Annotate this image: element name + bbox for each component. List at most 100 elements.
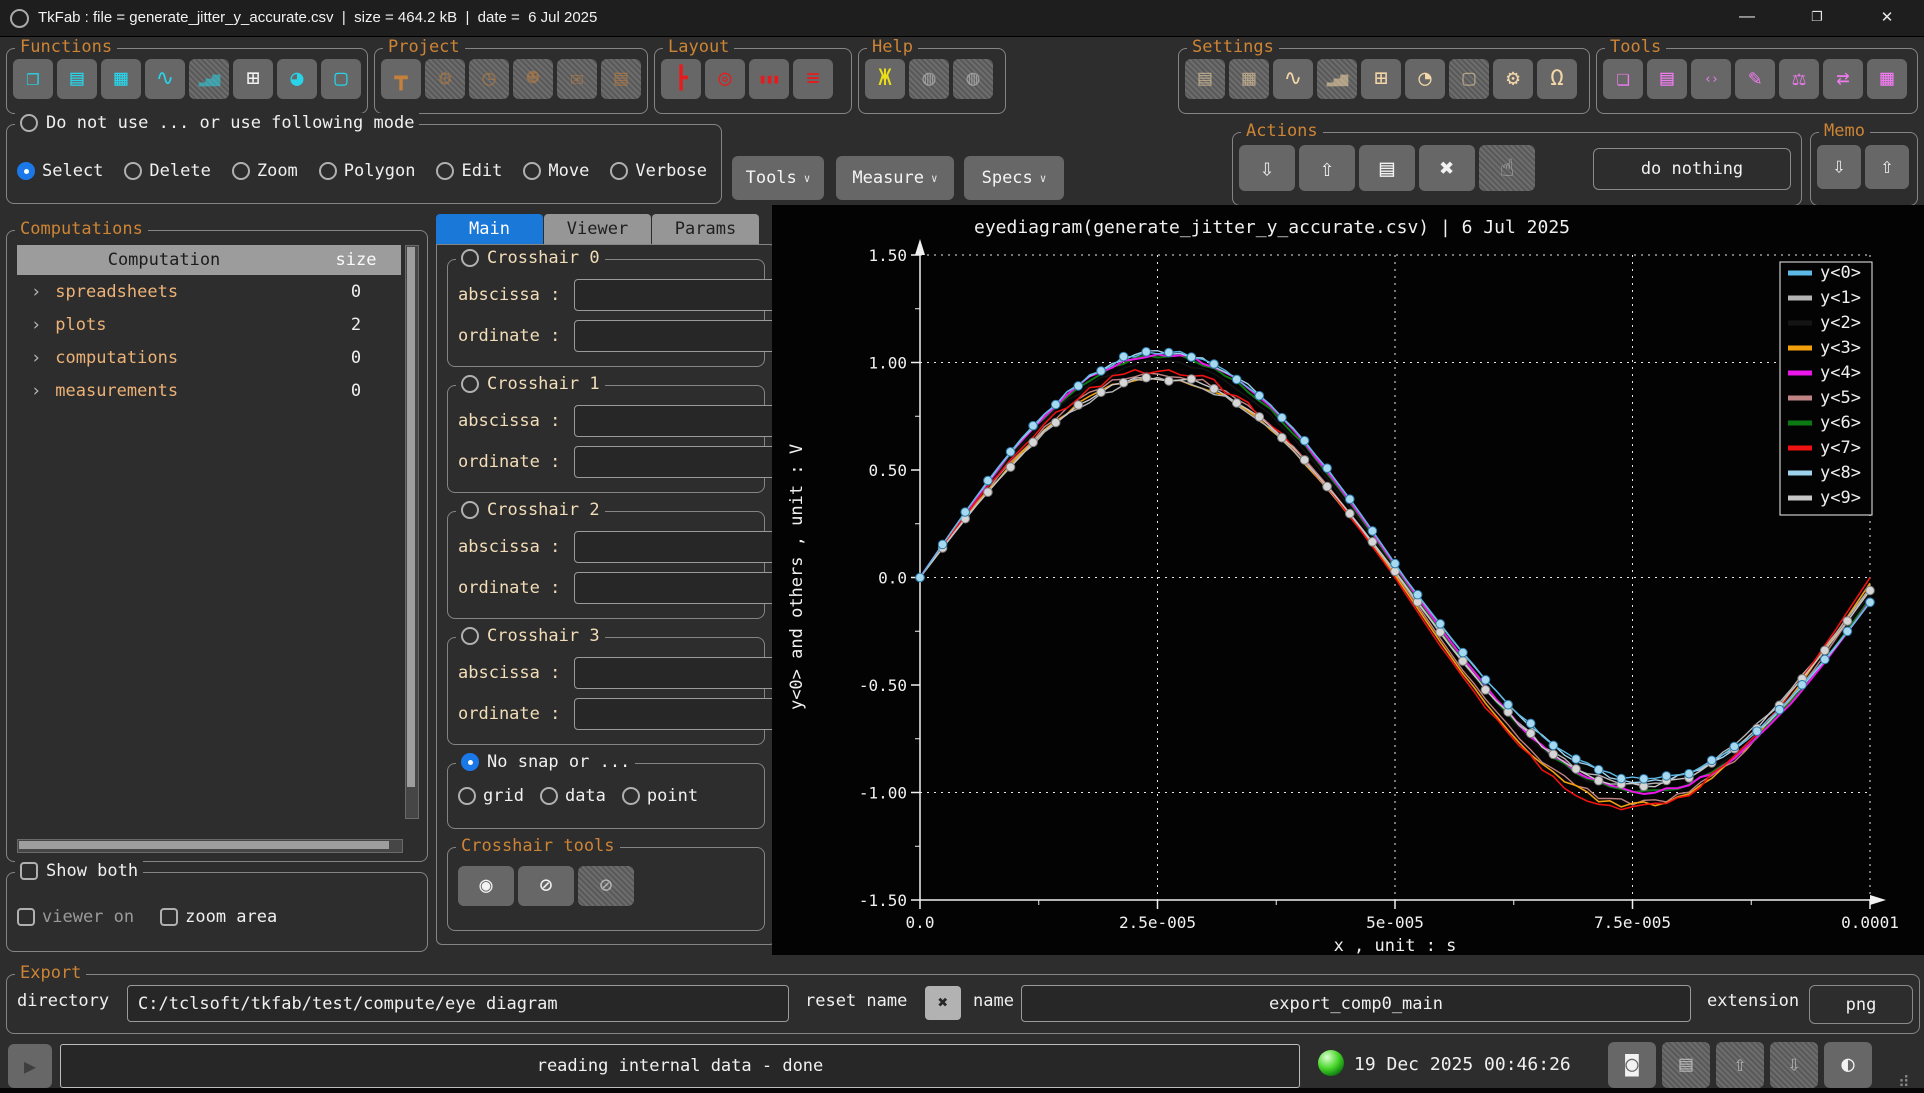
expand-action-button[interactable]: ✖ [1419, 145, 1475, 191]
layout-target-button[interactable]: ◎ [705, 59, 745, 99]
hscrollbar-thumb[interactable] [19, 841, 389, 849]
crosshair-1-abscissa-input[interactable] [574, 405, 797, 437]
mode-option-zoom[interactable]: Zoom [232, 161, 298, 181]
compare-tool-button[interactable]: ⚖ [1779, 59, 1819, 99]
computations-hscrollbar[interactable] [17, 839, 403, 853]
show-both-checkbox[interactable] [20, 862, 38, 880]
mode-radio-select[interactable] [17, 162, 35, 180]
import-action-button[interactable]: ⇩ [1239, 145, 1295, 191]
reset-name-button[interactable]: ✖ [925, 986, 961, 1020]
swap-tool-button[interactable]: ⇄ [1823, 59, 1863, 99]
maximize-button[interactable]: ❐ [1786, 0, 1848, 34]
database-button[interactable]: ▤ [57, 59, 97, 99]
crosshair-1-ordinate-input[interactable] [574, 446, 797, 478]
edit-tool-button[interactable]: ✎ [1735, 59, 1775, 99]
layout-tree-button[interactable]: ┣ [661, 59, 701, 99]
minimize-button[interactable]: — [1716, 0, 1778, 34]
plot-canvas[interactable]: eyediagram(generate_jitter_y_accurate.cs… [772, 205, 1924, 955]
mode-radio-verbose[interactable] [610, 162, 628, 180]
mode-option-delete[interactable]: Delete [124, 161, 210, 181]
mode-option-edit[interactable]: Edit [436, 161, 502, 181]
lock-settings-button[interactable]: Ω [1537, 59, 1577, 99]
crosshair-show-button[interactable]: ◉ [458, 866, 514, 906]
calculator-button[interactable]: ⊞ [233, 59, 273, 99]
zoom-area-checkbox[interactable] [160, 908, 178, 926]
mode-option-verbose[interactable]: Verbose [610, 161, 707, 181]
run-button[interactable]: ▶ [8, 1044, 52, 1088]
tab-viewer[interactable]: Viewer [544, 214, 651, 244]
window-tool-button[interactable]: ❏ [1603, 59, 1643, 99]
dropdown-specs[interactable]: Specs∨ [964, 156, 1064, 200]
tree-row-computations[interactable]: ›computations0 [17, 341, 401, 374]
gears-settings-button[interactable]: ⚙ [1493, 59, 1533, 99]
debug-bug-button[interactable]: Ж [865, 59, 905, 99]
export-action-button[interactable]: ⇧ [1299, 145, 1355, 191]
project-tree-button[interactable]: ┳ [381, 59, 421, 99]
dropdown-measure[interactable]: Measure∨ [836, 156, 954, 200]
document-tool-button[interactable]: ▤ [1647, 59, 1687, 99]
gauge-settings-button[interactable]: ◔ [1405, 59, 1445, 99]
tree-row-plots[interactable]: ›plots2 [17, 308, 401, 341]
mode-radio-none[interactable] [20, 114, 38, 132]
tab-main[interactable]: Main [436, 214, 543, 244]
no-snap-radio[interactable] [461, 753, 479, 771]
resize-grip[interactable]: ⣴ [1898, 1068, 1910, 1087]
option-zoom-area[interactable]: zoom area [160, 907, 277, 927]
layout-columns-button[interactable]: ▮▮▮ [749, 59, 789, 99]
crosshair-2-abscissa-input[interactable] [574, 531, 797, 563]
mode-radio-move[interactable] [523, 162, 541, 180]
eye-diagram-chart[interactable]: eyediagram(generate_jitter_y_accurate.cs… [772, 205, 1924, 955]
name-input[interactable] [1021, 985, 1691, 1022]
close-button[interactable]: ✕ [1856, 0, 1918, 34]
screenshot-button[interactable]: ◙ [1608, 1042, 1656, 1088]
snap-option-grid[interactable]: grid [458, 786, 524, 806]
mode-radio-zoom[interactable] [232, 162, 250, 180]
crosshair-hide-button[interactable]: ⊘ [518, 866, 574, 906]
mode-option-move[interactable]: Move [523, 161, 589, 181]
polygon-select-button[interactable]: ▢ [321, 59, 361, 99]
expand-chevron-icon[interactable]: › [31, 348, 41, 368]
expand-chevron-icon[interactable]: › [31, 381, 41, 401]
tree-row-measurements[interactable]: ›measurements0 [17, 374, 401, 407]
mode-radio-edit[interactable] [436, 162, 454, 180]
memo-load-button[interactable]: ⇧ [1865, 145, 1909, 189]
snap-option-point[interactable]: point [622, 786, 698, 806]
script-tool-button[interactable]: ‹› [1691, 59, 1731, 99]
tab-params[interactable]: Params [652, 214, 759, 244]
snap-option-data[interactable]: data [540, 786, 606, 806]
tree-row-spreadsheets[interactable]: ›spreadsheets0 [17, 275, 401, 308]
viewer-on-checkbox[interactable] [17, 908, 35, 926]
open-file-button[interactable]: ❐ [13, 59, 53, 99]
expand-chevron-icon[interactable]: › [31, 282, 41, 302]
action-command-field[interactable]: do nothing [1593, 148, 1791, 190]
extension-field[interactable]: png [1809, 985, 1913, 1024]
snap-radio-data[interactable] [540, 787, 558, 805]
crosshair-3-abscissa-input[interactable] [574, 657, 797, 689]
crosshair-3-radio[interactable] [461, 627, 479, 645]
crosshair-2-ordinate-input[interactable] [574, 572, 797, 604]
crosshair-0-ordinate-input[interactable] [574, 320, 797, 352]
spreadsheet-button[interactable]: ▦ [101, 59, 141, 99]
crosshair-2-radio[interactable] [461, 501, 479, 519]
computations-vscrollbar[interactable] [405, 245, 419, 819]
calculator-settings-button[interactable]: ⊞ [1361, 59, 1401, 99]
expand-chevron-icon[interactable]: › [31, 315, 41, 335]
memo-save-button[interactable]: ⇩ [1817, 145, 1861, 189]
calculator-tool-button[interactable]: ▦ [1867, 59, 1907, 99]
contact-card-button[interactable]: ▤ [1359, 145, 1415, 191]
crosshair-0-abscissa-input[interactable] [574, 279, 797, 311]
palette-button[interactable]: ◕ [277, 59, 317, 99]
directory-input[interactable] [127, 985, 789, 1022]
snap-radio-grid[interactable] [458, 787, 476, 805]
crosshair-0-radio[interactable] [461, 249, 479, 267]
mode-option-polygon[interactable]: Polygon [319, 161, 416, 181]
dropdown-tools[interactable]: Tools∨ [732, 156, 824, 200]
snap-radio-point[interactable] [622, 787, 640, 805]
line-plot-button[interactable]: ∿ [145, 59, 185, 99]
layout-rows-button[interactable]: ≡ [793, 59, 833, 99]
vscrollbar-thumb[interactable] [407, 247, 415, 787]
theme-contrast-button[interactable]: ◐ [1824, 1042, 1872, 1088]
mode-radio-polygon[interactable] [319, 162, 337, 180]
crosshair-1-radio[interactable] [461, 375, 479, 393]
option-viewer-on[interactable]: viewer on [17, 907, 134, 927]
